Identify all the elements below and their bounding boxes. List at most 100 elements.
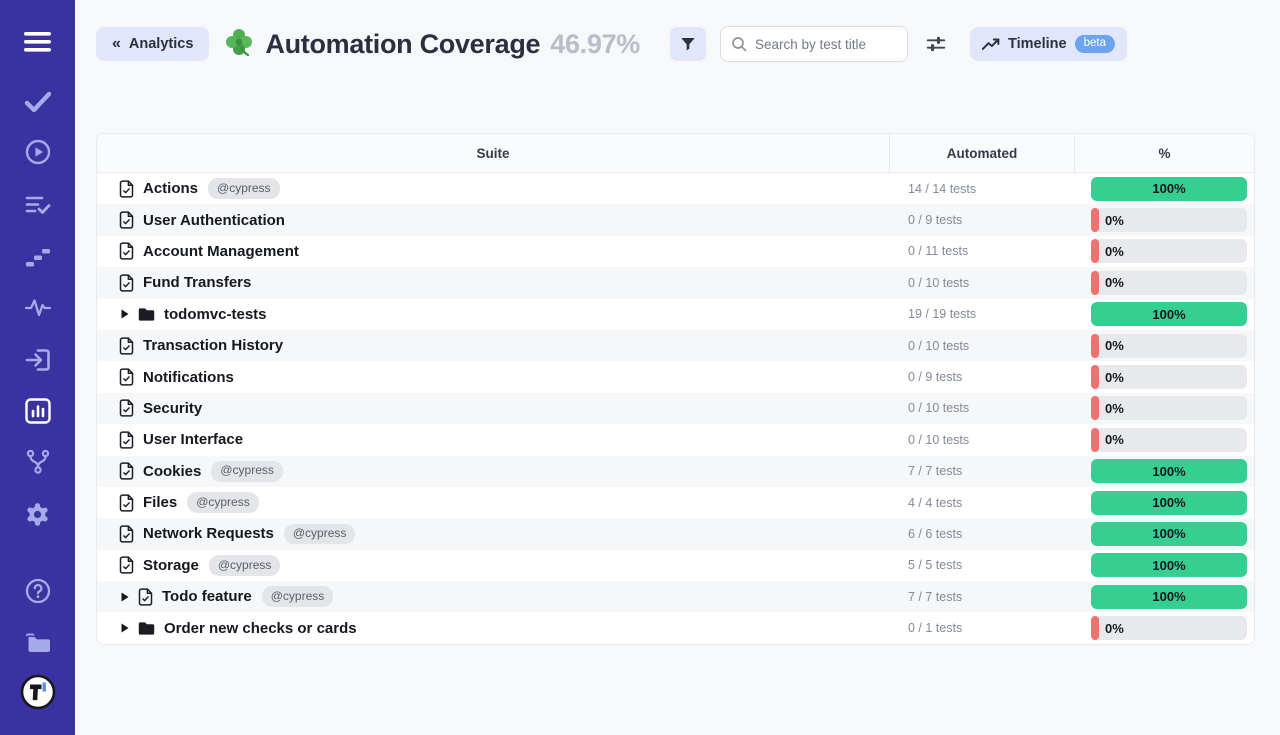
tests-icon[interactable] [0,85,75,119]
page-title: Automation Coverage [265,29,540,60]
suite-tag: @cypress [187,492,259,513]
suite-row[interactable]: Cookies@cypress7 / 7 tests100% [97,456,1254,487]
coverage-bar-label: 0% [1105,401,1124,416]
table-body: Actions@cypress14 / 14 tests100%User Aut… [97,173,1254,644]
suite-row[interactable]: Account Management0 / 11 tests0% [97,236,1254,267]
percent-cell: 100% [1074,522,1254,546]
coverage-bar-fill [1091,365,1099,389]
suite-name: Files [143,494,177,511]
caret-right-icon [121,309,129,319]
expand-caret[interactable] [121,309,129,319]
automated-count: 19 / 19 tests [889,307,1074,321]
column-settings-button[interactable] [925,33,947,55]
suite-cell: Cookies@cypress [97,461,889,482]
suite-row[interactable]: User Interface0 / 10 tests0% [97,424,1254,455]
percent-cell: 100% [1074,459,1254,483]
sliders-icon [925,33,947,55]
coverage-bar: 100% [1091,585,1247,609]
suite-row[interactable]: Transaction History0 / 10 tests0% [97,330,1254,361]
file-check-icon [119,211,134,229]
logo[interactable] [0,675,75,709]
test-plans-icon[interactable] [0,188,75,222]
suite-cell: Actions@cypress [97,178,889,199]
runs-icon[interactable] [0,135,75,169]
help-icon[interactable] [0,574,75,608]
suite-name: User Interface [143,431,243,448]
coverage-bar-label: 100% [1152,589,1185,604]
timeline-button[interactable]: Timeline beta [970,27,1127,61]
suite-row[interactable]: Actions@cypress14 / 14 tests100% [97,173,1254,204]
projects-icon[interactable] [0,626,75,660]
percent-cell: 0% [1074,271,1254,295]
automated-count: 0 / 9 tests [889,213,1074,227]
import-icon[interactable] [0,343,75,377]
suite-row[interactable]: Fund Transfers0 / 10 tests0% [97,267,1254,298]
coverage-bar: 0% [1091,428,1247,452]
coverage-bar-fill [1091,271,1099,295]
suite-row[interactable]: Storage@cypress5 / 5 tests100% [97,550,1254,581]
suite-cell: User Authentication [97,211,889,229]
suite-row[interactable]: Security0 / 10 tests0% [97,393,1254,424]
percent-cell: 100% [1074,553,1254,577]
suite-cell: Fund Transfers [97,274,889,292]
automated-count: 0 / 10 tests [889,401,1074,415]
file-icon-wrap [138,588,153,606]
back-to-analytics-button[interactable]: « Analytics [96,27,209,61]
suite-row[interactable]: Network Requests@cypress6 / 6 tests100% [97,518,1254,549]
pulse-icon[interactable] [0,291,75,325]
coverage-bar-fill [1091,616,1099,640]
steps-icon[interactable] [0,240,75,274]
file-icon-wrap [119,399,134,417]
suite-name: Network Requests [143,525,274,542]
coverage-bar: 100% [1091,302,1247,326]
suite-row[interactable]: Files@cypress4 / 4 tests100% [97,487,1254,518]
filter-button[interactable] [670,27,706,61]
coverage-bar-fill [1091,208,1099,232]
coverage-table: Suite Automated % Actions@cypress14 / 14… [96,133,1255,645]
suite-row[interactable]: Todo feature@cypress7 / 7 tests100% [97,581,1254,612]
branches-icon[interactable] [0,445,75,479]
coverage-bar-label: 0% [1105,432,1124,447]
coverage-bar: 0% [1091,396,1247,420]
file-check-icon [119,337,134,355]
column-header-automated: Automated [889,134,1074,172]
coverage-bar-label: 0% [1105,213,1124,228]
coverage-bar: 100% [1091,459,1247,483]
automated-count: 0 / 1 tests [889,621,1074,635]
suite-tag: @cypress [209,555,281,576]
file-icon-wrap [119,242,134,260]
coverage-bar: 0% [1091,334,1247,358]
suite-row[interactable]: Order new checks or cards0 / 1 tests0% [97,612,1254,643]
suite-cell: Storage@cypress [97,555,889,576]
file-check-icon [119,399,134,417]
sidebar [0,0,75,735]
file-check-icon [138,588,153,606]
suite-name: Order new checks or cards [164,620,357,637]
automated-count: 4 / 4 tests [889,496,1074,510]
coverage-bar-label: 0% [1105,370,1124,385]
suite-tag: @cypress [284,524,356,545]
menu-icon[interactable] [0,25,75,59]
suite-cell: Account Management [97,242,889,260]
search-box [720,26,908,62]
suite-row[interactable]: Notifications0 / 9 tests0% [97,361,1254,392]
expand-caret[interactable] [121,592,129,602]
caret-right-icon [121,623,129,633]
back-button-label: Analytics [129,36,193,52]
suite-row[interactable]: User Authentication0 / 9 tests 0% [97,204,1254,235]
coverage-bar: 0% [1091,208,1247,232]
clover-icon [224,27,254,62]
percent-cell: 0% [1074,396,1254,420]
search-input[interactable] [755,37,895,52]
settings-icon[interactable] [0,497,75,531]
suite-cell: Network Requests @cypress [97,524,889,545]
percent-cell: 0% [1074,208,1254,232]
percent-cell: 100% [1074,177,1254,201]
analytics-icon[interactable] [0,394,75,428]
suite-cell: Notifications [97,368,889,386]
expand-caret[interactable] [121,623,129,633]
file-icon-wrap [119,368,134,386]
file-icon-wrap [119,525,134,543]
suite-row[interactable]: todomvc-tests19 / 19 tests100% [97,299,1254,330]
automated-count: 0 / 10 tests [889,276,1074,290]
